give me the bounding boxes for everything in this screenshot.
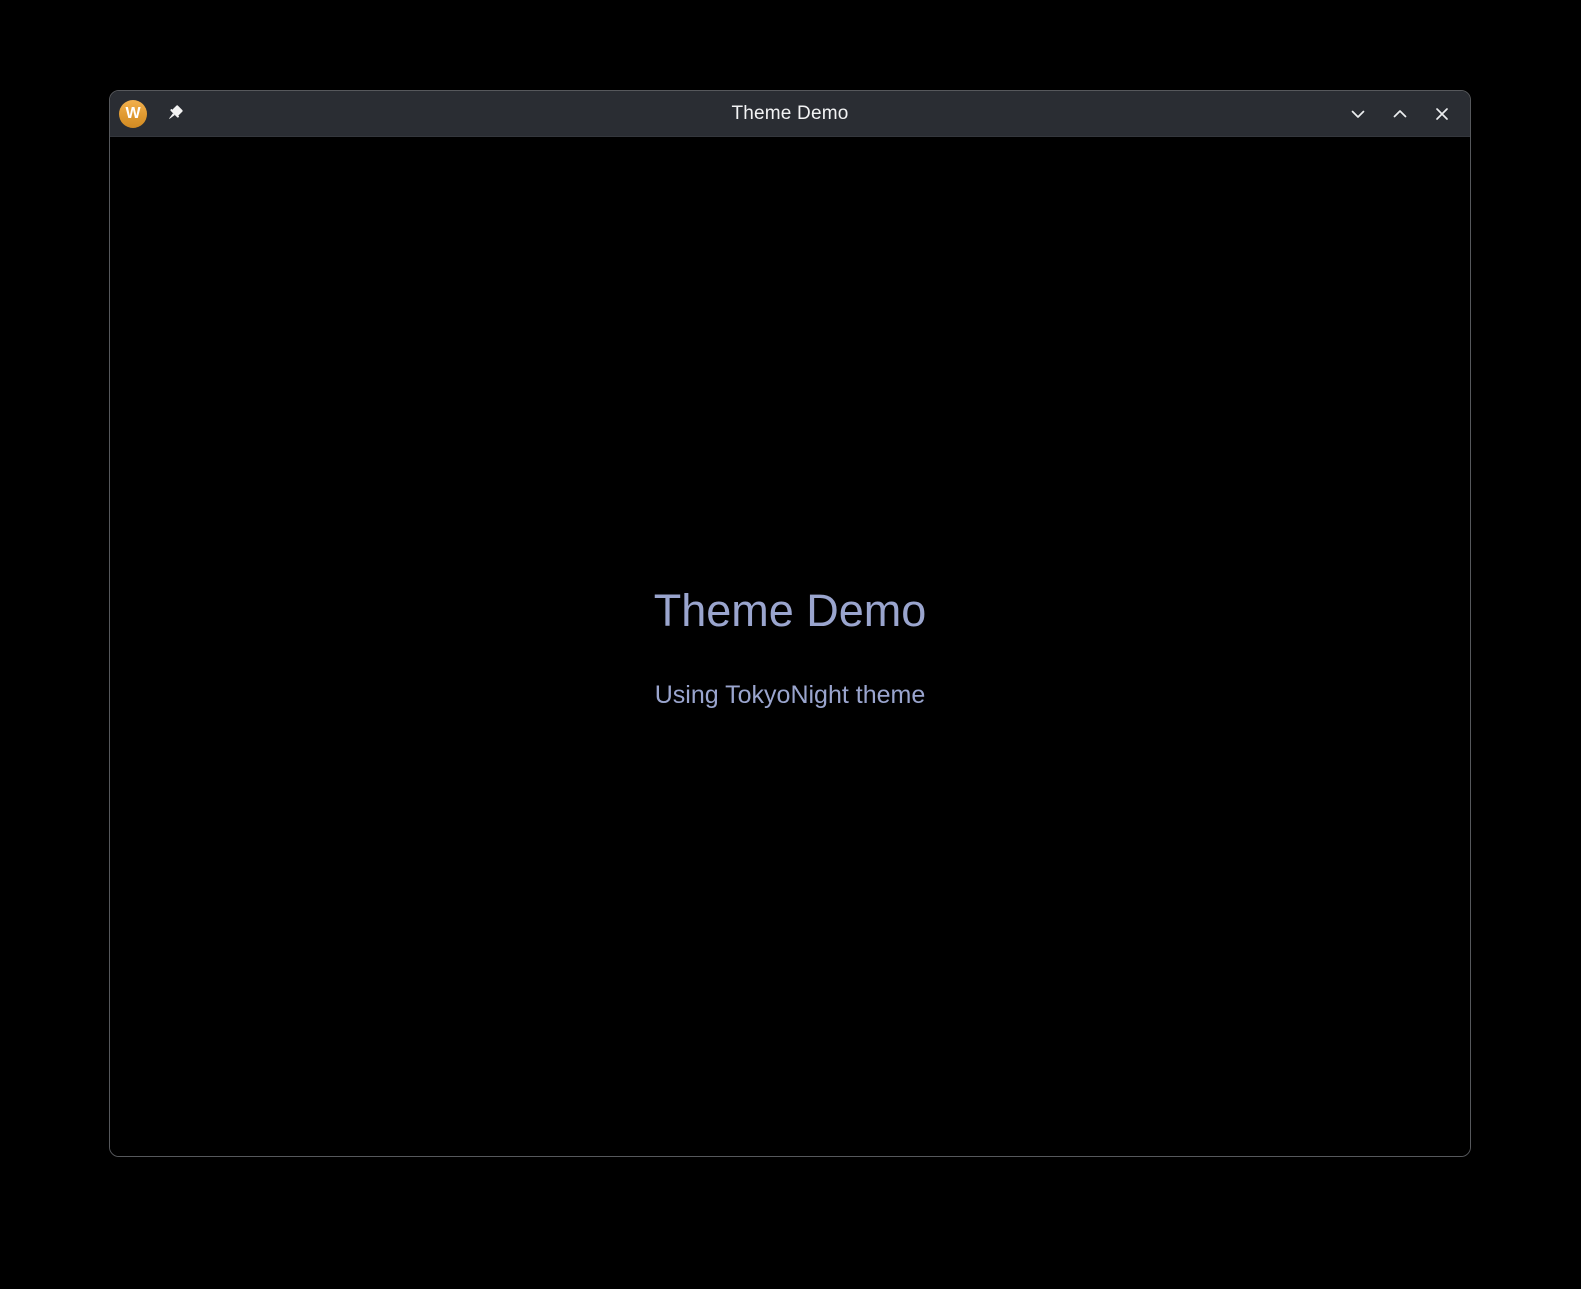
- desktop-background: W Theme Demo Theme Demo Using TokyoNight…: [0, 0, 1581, 1289]
- wayland-logo-icon[interactable]: W: [119, 99, 147, 128]
- close-icon: [1432, 104, 1452, 124]
- page-subtitle: Using TokyoNight theme: [654, 680, 926, 709]
- pushpin-icon: [164, 103, 185, 124]
- minimize-button[interactable]: [1346, 102, 1370, 126]
- app-window: W Theme Demo Theme Demo Using TokyoNight…: [109, 90, 1471, 1157]
- window-titlebar[interactable]: W Theme Demo: [110, 91, 1470, 137]
- pin-button[interactable]: [162, 102, 186, 126]
- window-content: Theme Demo Using TokyoNight theme: [110, 137, 1470, 1156]
- maximize-button[interactable]: [1388, 102, 1412, 126]
- chevron-down-icon: [1348, 104, 1368, 124]
- close-button[interactable]: [1430, 102, 1454, 126]
- window-title: Theme Demo: [731, 102, 849, 124]
- chevron-up-icon: [1390, 104, 1410, 124]
- page-title: Theme Demo: [653, 584, 927, 636]
